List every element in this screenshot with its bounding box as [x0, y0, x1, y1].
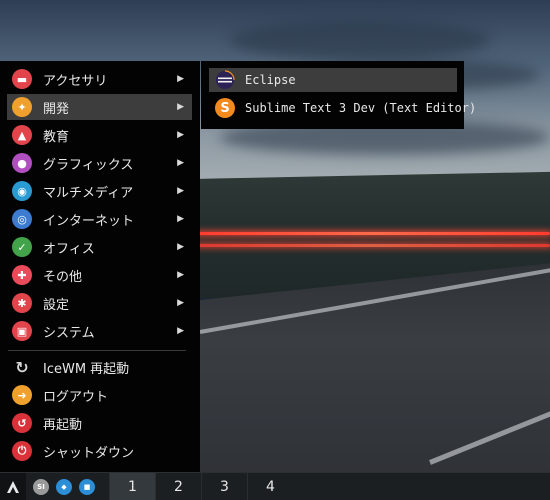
icewm-logo-icon [7, 480, 19, 493]
menu-item-graphics[interactable]: ● グラフィックス ▶ [7, 150, 192, 176]
menu-item-development[interactable]: ✦ 開発 ▶ [7, 94, 192, 120]
submenu-item-eclipse[interactable]: Eclipse [209, 68, 457, 92]
development-submenu: Eclipse S Sublime Text 3 Dev (Text Editor) [201, 61, 476, 129]
submenu-arrow-icon: ▶ [177, 130, 184, 140]
development-icon: ✦ [12, 97, 32, 117]
workspace-switcher: 1234 [109, 472, 293, 500]
menu-item-label: その他 [43, 269, 83, 285]
submenu-arrow-icon: ▶ [177, 326, 184, 336]
workspace-button-4[interactable]: 4 [247, 472, 293, 500]
menu-item-label: 再起動 [43, 417, 83, 433]
submenu-arrow-icon: ▶ [177, 74, 184, 84]
start-menu: ▬ アクセサリ ▶ ✦ 開発 ▶ ▲ 教育 ▶ ● グラフィックス ▶ ◉ マルチメディア ▶ ◎ インターネッ… [0, 61, 200, 472]
office-icon: ✓ [12, 237, 32, 257]
menu-item-label: 開発 [43, 101, 70, 117]
menu-item-label: アクセサリ [43, 73, 108, 89]
wallpaper-cloud [230, 20, 490, 60]
logout-icon: ➜ [12, 385, 32, 405]
education-icon: ▲ [12, 125, 32, 145]
menu-item-label: グラフィックス [43, 157, 134, 173]
workspace-button-1[interactable]: 1 [109, 472, 155, 500]
reboot-icon: ↺ [12, 413, 32, 433]
menu-item-label: マルチメディア [43, 185, 134, 201]
restart-wm-icon: ↻ [15, 357, 29, 377]
taskbar: SI ◆ ■ 1234 [0, 472, 550, 500]
system-icon: ▣ [12, 321, 32, 341]
menu-item-label: オフィス [43, 241, 95, 257]
settings-icon: ✱ [12, 293, 32, 313]
network-icon[interactable]: ◆ [56, 478, 72, 495]
menu-item-education[interactable]: ▲ 教育 ▶ [7, 122, 192, 148]
workspace-button-3[interactable]: 3 [201, 472, 247, 500]
submenu-arrow-icon: ▶ [177, 214, 184, 224]
menu-item-accessories[interactable]: ▬ アクセサリ ▶ [7, 66, 192, 92]
workspace-button-2[interactable]: 2 [155, 472, 201, 500]
menu-item-label: インターネット [43, 213, 135, 229]
menu-item-label: ログアウト [43, 389, 109, 405]
shutdown-icon: ⏻ [12, 441, 32, 461]
menu-item-reboot[interactable]: ↺ 再起動 [7, 410, 192, 436]
sublime-text-icon: S [215, 98, 235, 118]
accessories-icon: ▬ [12, 69, 32, 89]
submenu-arrow-icon: ▶ [177, 270, 184, 280]
system-monitor-icon[interactable]: SI [33, 478, 49, 495]
menu-item-label: シャットダウン [43, 445, 135, 461]
menu-item-internet[interactable]: ◎ インターネット ▶ [7, 206, 192, 232]
submenu-arrow-icon: ▶ [177, 298, 184, 308]
eclipse-icon [215, 70, 235, 90]
submenu-item-label: Sublime Text 3 Dev (Text Editor) [245, 101, 477, 115]
menu-item-logout[interactable]: ➜ ログアウト [7, 382, 192, 408]
submenu-arrow-icon: ▶ [177, 158, 184, 168]
wallpaper-light-trail [195, 244, 550, 247]
submenu-arrow-icon: ▶ [177, 102, 184, 112]
menu-item-office[interactable]: ✓ オフィス ▶ [7, 234, 192, 260]
start-button[interactable] [0, 472, 26, 500]
other-icon: ✚ [12, 265, 32, 285]
system-tray: SI ◆ ■ [26, 478, 95, 495]
menu-item-label: 教育 [43, 129, 70, 145]
wallpaper-light-trail [195, 232, 550, 235]
menu-item-system[interactable]: ▣ システム ▶ [7, 318, 192, 344]
menu-item-multimedia[interactable]: ◉ マルチメディア ▶ [7, 178, 192, 204]
menu-item-label: IceWM 再起動 [43, 361, 130, 377]
submenu-arrow-icon: ▶ [177, 186, 184, 196]
menu-item-settings[interactable]: ✱ 設定 ▶ [7, 290, 192, 316]
multimedia-icon: ◉ [12, 181, 32, 201]
graphics-icon: ● [12, 153, 32, 173]
submenu-item-sublime-text[interactable]: S Sublime Text 3 Dev (Text Editor) [209, 96, 476, 120]
submenu-arrow-icon: ▶ [177, 242, 184, 252]
menu-item-other[interactable]: ✚ その他 ▶ [7, 262, 192, 288]
menu-item-label: 設定 [43, 297, 70, 313]
menu-separator [8, 350, 186, 351]
internet-icon: ◎ [12, 209, 32, 229]
menu-item-label: システム [43, 325, 95, 341]
menu-item-restart-wm[interactable]: ↻ IceWM 再起動 [7, 354, 192, 380]
files-icon[interactable]: ■ [79, 478, 95, 495]
submenu-item-label: Eclipse [245, 73, 296, 87]
menu-item-shutdown[interactable]: ⏻ シャットダウン [7, 438, 192, 464]
